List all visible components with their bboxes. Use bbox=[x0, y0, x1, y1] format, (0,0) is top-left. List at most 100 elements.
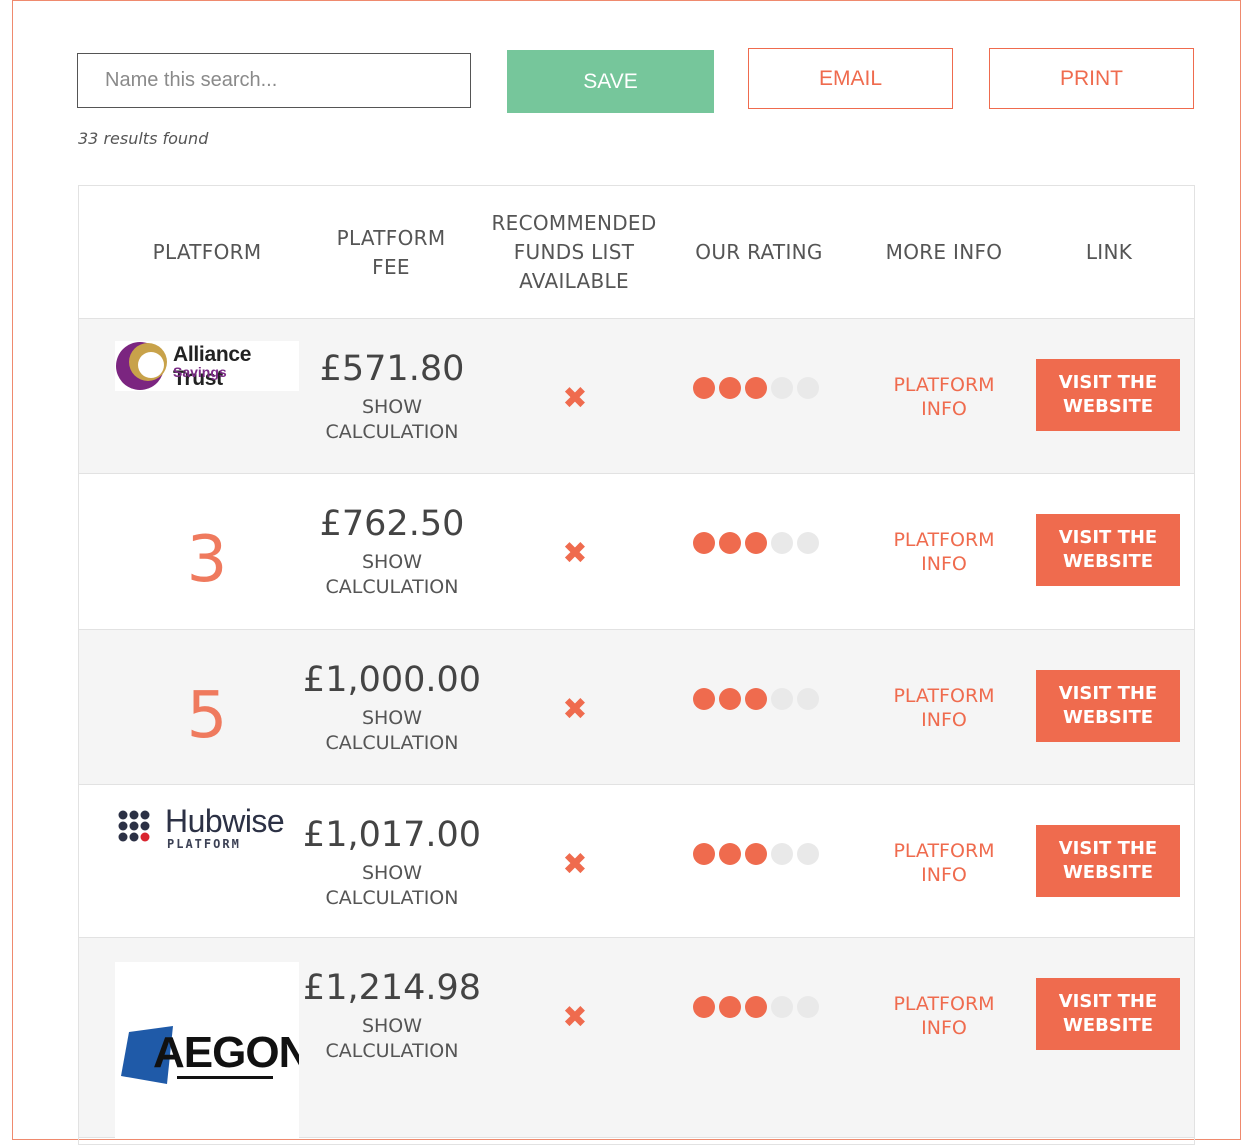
header-more-info: MORE INFO bbox=[864, 186, 1024, 319]
hubwise-logo-sub: PLATFORM bbox=[167, 837, 241, 851]
visit-line2: WEBSITE bbox=[1062, 707, 1154, 728]
alliance-trust-logo-sub: Savings bbox=[173, 364, 227, 380]
aegon-logo-name: AEGON bbox=[153, 1028, 299, 1077]
rating-dot-filled bbox=[693, 532, 715, 554]
table-row: 3 £762.50 SHOW CALCULATION ✖ PLATFORM IN… bbox=[79, 474, 1194, 630]
rating-dot-empty bbox=[797, 532, 819, 554]
rating-dot-filled bbox=[719, 377, 741, 399]
platform-rank: 5 bbox=[186, 679, 228, 753]
show-calculation-line1: SHOW bbox=[361, 551, 423, 573]
rating-dot-filled bbox=[745, 377, 767, 399]
aegon-underline bbox=[177, 1076, 273, 1079]
email-button[interactable]: EMAIL bbox=[748, 48, 953, 109]
rating-dot-filled bbox=[745, 532, 767, 554]
rating-dot-empty bbox=[771, 377, 793, 399]
show-calculation-line1: SHOW bbox=[361, 396, 423, 418]
results-count: 33 results found bbox=[78, 129, 209, 148]
header-link: LINK bbox=[1039, 186, 1179, 319]
alliance-trust-emblem-icon bbox=[116, 342, 167, 390]
print-button[interactable]: PRINT bbox=[989, 48, 1194, 109]
rating-dot-empty bbox=[797, 688, 819, 710]
platform-info-link[interactable]: PLATFORM INFO bbox=[869, 839, 1019, 887]
show-calculation-line2: CALCULATION bbox=[325, 732, 459, 754]
search-name-input[interactable] bbox=[77, 53, 471, 108]
platform-info-link[interactable]: PLATFORM INFO bbox=[869, 684, 1019, 732]
header-platform-fee: PLATFORM FEE bbox=[301, 186, 481, 319]
header-platform-label: PLATFORM bbox=[152, 240, 262, 264]
show-calculation-line1: SHOW bbox=[361, 707, 423, 729]
rating-dot-filled bbox=[693, 688, 715, 710]
rating-dot-filled bbox=[719, 843, 741, 865]
show-calculation-line2: CALCULATION bbox=[325, 1040, 459, 1062]
rating-dots bbox=[693, 377, 819, 399]
hubwise-dots-icon bbox=[118, 810, 150, 842]
table-row: AEGON £1,214.98 SHOW CALCULATION ✖ PLATF… bbox=[79, 938, 1194, 1138]
cross-icon: ✖ bbox=[562, 381, 588, 416]
visit-line1: VISIT THE bbox=[1058, 838, 1158, 859]
hubwise-logo: Hubwise PLATFORM bbox=[117, 807, 293, 853]
fee-amount: £1,017.00 bbox=[302, 815, 482, 855]
rating-dot-empty bbox=[771, 688, 793, 710]
header-funds-line1: RECOMMENDED bbox=[491, 211, 657, 235]
visit-line1: VISIT THE bbox=[1058, 991, 1158, 1012]
rating-dot-filled bbox=[745, 996, 767, 1018]
rating-dot-empty bbox=[797, 377, 819, 399]
rating-dots bbox=[693, 688, 819, 710]
platform-fee: £571.80 SHOW CALCULATION bbox=[294, 347, 490, 445]
show-calculation-line2: CALCULATION bbox=[325, 421, 459, 443]
show-calculation-link[interactable]: SHOW CALCULATION bbox=[294, 706, 490, 756]
cross-icon: ✖ bbox=[562, 847, 588, 882]
header-funds-line2: FUNDS LIST bbox=[513, 240, 635, 264]
visit-line2: WEBSITE bbox=[1062, 396, 1154, 417]
platform-info-link[interactable]: PLATFORM INFO bbox=[869, 528, 1019, 576]
rating-dot-filled bbox=[693, 377, 715, 399]
header-link-label: LINK bbox=[1085, 240, 1133, 264]
table-row: Alliance Trust Savings £571.80 SHOW CALC… bbox=[79, 319, 1194, 474]
alliance-trust-logo: Alliance Trust Savings bbox=[115, 341, 299, 391]
cross-icon: ✖ bbox=[562, 536, 588, 571]
rating-dot-empty bbox=[797, 843, 819, 865]
show-calculation-link[interactable]: SHOW CALCULATION bbox=[294, 861, 490, 911]
header-fee-line2: FEE bbox=[372, 254, 410, 279]
visit-website-button[interactable]: VISIT THE WEBSITE bbox=[1036, 670, 1180, 742]
platform-info-link[interactable]: PLATFORM INFO bbox=[869, 373, 1019, 421]
show-calculation-line1: SHOW bbox=[361, 862, 423, 884]
table-header: PLATFORM PLATFORM FEE RECOMMENDED FUNDS … bbox=[79, 186, 1194, 319]
visit-website-button[interactable]: VISIT THE WEBSITE bbox=[1036, 825, 1180, 897]
fee-amount: £1,214.98 bbox=[302, 968, 482, 1008]
show-calculation-line2: CALCULATION bbox=[325, 887, 459, 909]
header-fee-line1: PLATFORM bbox=[336, 225, 446, 250]
header-platform: PLATFORM bbox=[119, 186, 295, 319]
show-calculation-link[interactable]: SHOW CALCULATION bbox=[294, 395, 490, 445]
rating-dot-filled bbox=[719, 688, 741, 710]
rating-dots bbox=[693, 532, 819, 554]
rating-dot-filled bbox=[719, 996, 741, 1018]
rating-dot-empty bbox=[771, 843, 793, 865]
visit-line1: VISIT THE bbox=[1058, 372, 1158, 393]
header-more-info-label: MORE INFO bbox=[885, 240, 1003, 264]
show-calculation-line2: CALCULATION bbox=[325, 576, 459, 598]
platform-info-link[interactable]: PLATFORM INFO bbox=[869, 992, 1019, 1040]
visit-line2: WEBSITE bbox=[1062, 1015, 1154, 1036]
fee-amount: £571.80 bbox=[319, 349, 465, 389]
visit-website-button[interactable]: VISIT THE WEBSITE bbox=[1036, 359, 1180, 431]
platform-fee: £1,017.00 SHOW CALCULATION bbox=[294, 813, 490, 911]
visit-line2: WEBSITE bbox=[1062, 862, 1154, 883]
show-calculation-line1: SHOW bbox=[361, 1015, 423, 1037]
cross-icon: ✖ bbox=[562, 692, 588, 727]
show-calculation-link[interactable]: SHOW CALCULATION bbox=[294, 550, 490, 600]
aegon-logo: AEGON bbox=[115, 962, 299, 1138]
visit-website-button[interactable]: VISIT THE WEBSITE bbox=[1036, 978, 1180, 1050]
platform-fee: £1,000.00 SHOW CALCULATION bbox=[294, 658, 490, 756]
visit-website-button[interactable]: VISIT THE WEBSITE bbox=[1036, 514, 1180, 586]
cross-icon: ✖ bbox=[562, 1000, 588, 1035]
save-button[interactable]: SAVE bbox=[507, 50, 714, 113]
fee-amount: £762.50 bbox=[319, 504, 465, 544]
rating-dot-empty bbox=[771, 532, 793, 554]
platform-rank: 3 bbox=[186, 523, 228, 597]
rating-dots bbox=[693, 843, 819, 865]
header-rating-label: OUR RATING bbox=[695, 240, 823, 264]
rating-dot-filled bbox=[745, 688, 767, 710]
rating-dots bbox=[693, 996, 819, 1018]
show-calculation-link[interactable]: SHOW CALCULATION bbox=[294, 1014, 490, 1064]
